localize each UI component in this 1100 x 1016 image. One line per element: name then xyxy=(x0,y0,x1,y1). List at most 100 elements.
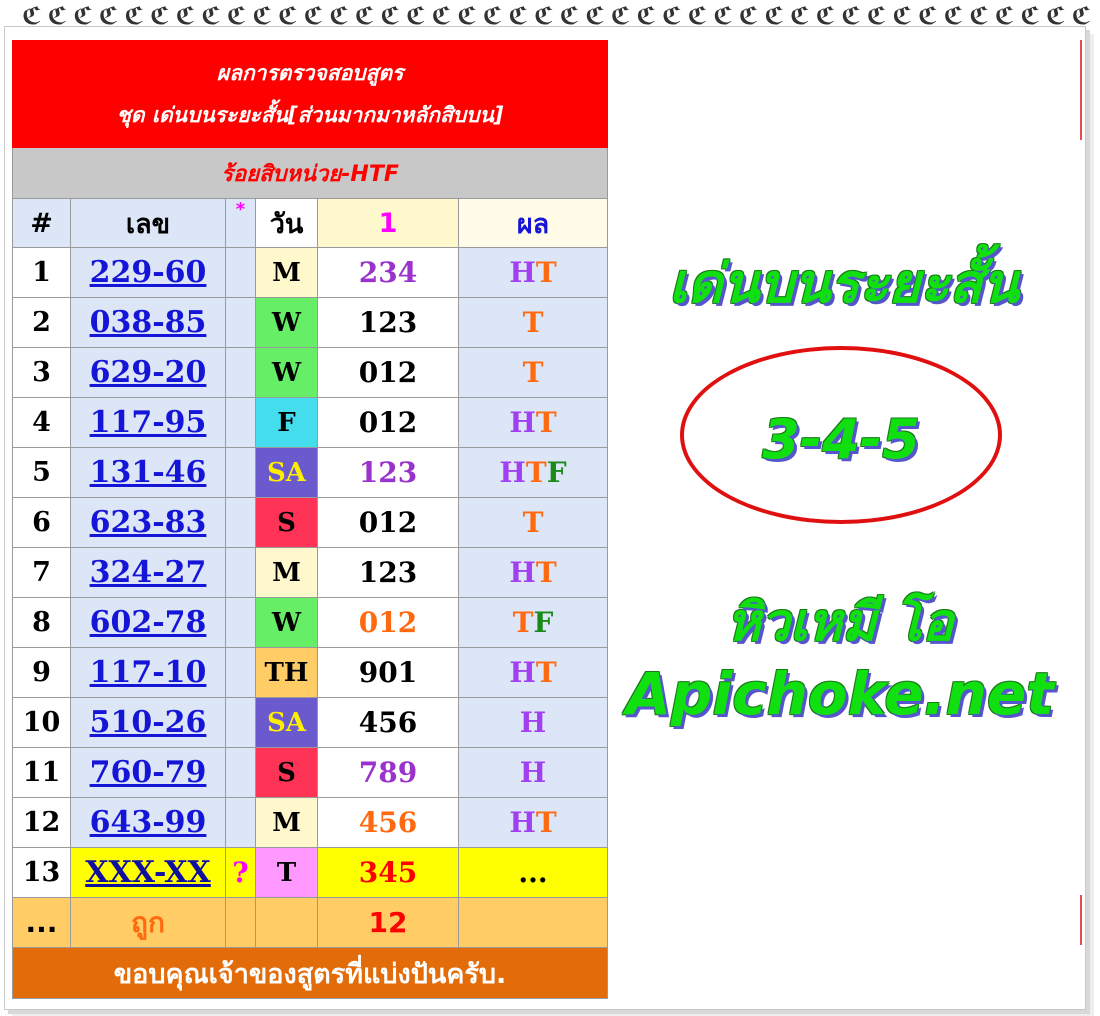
result-cell: TF xyxy=(457,597,609,648)
spiral-ring: ℭ xyxy=(226,2,247,30)
margin-line-bottom xyxy=(1080,895,1082,945)
number-link[interactable]: 324-27 xyxy=(90,555,207,590)
row-number: 2 xyxy=(12,297,71,348)
result-letter: T xyxy=(535,406,557,439)
digit-cell: 789 xyxy=(317,747,459,798)
digit-cell: 123 xyxy=(317,447,459,498)
table-row: 2 038-85 W 123 T xyxy=(12,297,609,348)
number-cell: 038-85 xyxy=(70,297,226,348)
spiral-ring: ℭ xyxy=(559,2,580,30)
spiral-ring: ℭ xyxy=(278,2,298,30)
result-cell: ... xyxy=(457,847,609,898)
table-row: 4 117-95 F 012 HT xyxy=(12,397,609,448)
star-cell xyxy=(225,647,256,698)
result-letter: H xyxy=(509,256,536,289)
digit-cell: 456 xyxy=(317,697,459,748)
result-cell: H xyxy=(457,747,609,798)
result-cell: T xyxy=(457,347,609,398)
result-letter: T xyxy=(522,306,544,339)
result-letter: T xyxy=(512,606,534,639)
number-link[interactable]: 038-85 xyxy=(90,305,207,340)
digit-cell: 901 xyxy=(317,647,459,698)
number-link[interactable]: 510-26 xyxy=(90,705,207,740)
table-row: 11 760-79 S 789 H xyxy=(12,747,609,798)
number-cell: XXX-XX xyxy=(70,847,226,898)
spiral-ring: ℭ xyxy=(22,2,42,30)
summary-empty xyxy=(255,897,318,948)
day-cell: M xyxy=(255,547,318,598)
col-header-lek: เลข xyxy=(70,198,226,248)
row-number: 5 xyxy=(12,447,71,498)
number-link[interactable]: 760-79 xyxy=(90,755,207,790)
number-link[interactable]: 117-95 xyxy=(90,405,207,440)
author-name: หิวเหมี โอ xyxy=(726,593,954,653)
number-link[interactable]: 229-60 xyxy=(90,255,207,290)
formula-digits: 3-4-5 xyxy=(762,408,920,471)
row-number: 6 xyxy=(12,497,71,548)
spiral-ring: ℭ xyxy=(354,2,375,30)
result-letter: T xyxy=(535,806,557,839)
spiral-ring: ℭ xyxy=(969,2,989,30)
spiral-ring: ℭ xyxy=(892,2,913,30)
title-line-1: ผลการตรวจสอบสูตร xyxy=(216,61,404,85)
spiral-ring: ℭ xyxy=(508,2,529,30)
number-link[interactable]: 643-99 xyxy=(90,805,207,840)
number-cell: 643-99 xyxy=(70,797,226,848)
result-cell: HT xyxy=(457,397,609,448)
thanks-footer: ขอบคุณเจ้าของสูตรที่แบ่งปันครับ. xyxy=(11,947,609,999)
star-cell xyxy=(225,547,256,598)
number-link[interactable]: 602-78 xyxy=(90,605,207,640)
number-link[interactable]: 623-83 xyxy=(90,505,207,540)
spiral-ring: ℭ xyxy=(994,2,1015,30)
table-row: 1 229-60 M 234 HT xyxy=(12,247,609,298)
spiral-ring: ℭ xyxy=(482,2,503,30)
number-link[interactable]: 131-46 xyxy=(90,455,207,490)
site-name[interactable]: Apichoke.net xyxy=(620,660,1060,728)
day-cell: S xyxy=(255,747,318,798)
star-cell xyxy=(225,797,256,848)
summary-label: ถูก xyxy=(70,897,226,948)
spiral-ring: ℭ xyxy=(764,2,785,30)
result-letter: H xyxy=(509,556,536,589)
digit-cell: 123 xyxy=(317,297,459,348)
digit-cell: 012 xyxy=(317,597,459,648)
result-letter: H xyxy=(509,656,536,689)
col-header-day: วัน xyxy=(255,198,318,248)
spiral-ring: ℭ xyxy=(790,2,810,30)
table-row: 9 117-10 TH 901 HT xyxy=(12,647,609,698)
number-cell: 510-26 xyxy=(70,697,226,748)
spiral-ring: ℭ xyxy=(662,2,682,30)
formula-name: เด่นบนระยะสั้น xyxy=(668,252,1020,315)
digit-cell: 234 xyxy=(317,247,459,298)
result-letter: T xyxy=(535,256,557,289)
day-cell: SA xyxy=(255,697,318,748)
spiral-ring: ℭ xyxy=(124,2,145,30)
result-letter: T xyxy=(522,506,544,539)
spiral-ring: ℭ xyxy=(610,2,631,30)
result-cell: H xyxy=(457,697,609,748)
number-link[interactable]: 117-10 xyxy=(90,655,207,690)
spiral-ring: ℭ xyxy=(534,2,554,30)
table-row: 5 131-46 SA 123 HTF xyxy=(12,447,609,498)
star-cell xyxy=(225,347,256,398)
result-letter: H xyxy=(519,756,547,789)
table-row: 10 510-26 SA 456 H xyxy=(12,697,609,748)
result-letter: T xyxy=(535,656,557,689)
spiral-ring: ℭ xyxy=(431,2,452,30)
star-cell xyxy=(225,397,256,448)
spiral-ring: ℭ xyxy=(866,2,887,30)
row-number: 3 xyxy=(12,347,71,398)
col-header-result: ผล xyxy=(457,198,609,248)
table-row: 12 643-99 M 456 HT xyxy=(12,797,609,848)
spiral-ring: ℭ xyxy=(815,2,836,30)
number-link[interactable]: 629-20 xyxy=(90,355,207,390)
number-cell: 117-95 xyxy=(70,397,226,448)
title-line-2: ชุด เด่นบนระยะสั้น[ส่วนมากมาหลักสิบบน] xyxy=(116,103,504,127)
star-cell xyxy=(225,497,256,548)
row-number: 4 xyxy=(12,397,71,448)
result-cell: HT xyxy=(457,547,609,598)
day-cell: W xyxy=(255,297,318,348)
number-cell: 117-10 xyxy=(70,647,226,698)
digit-cell: 345 xyxy=(317,847,459,898)
number-link[interactable]: XXX-XX xyxy=(85,855,211,890)
